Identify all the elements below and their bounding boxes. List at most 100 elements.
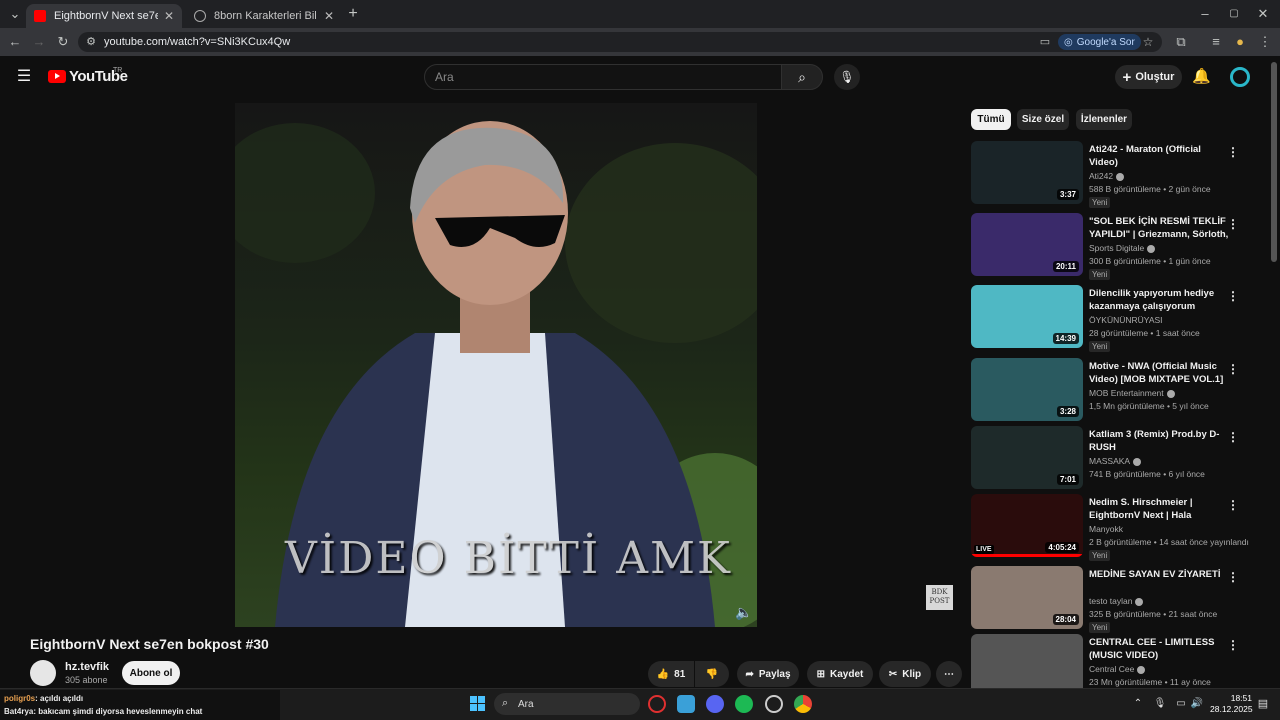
account-avatar[interactable] xyxy=(1230,67,1250,87)
reload-icon[interactable]: ↻ xyxy=(54,33,72,51)
video-thumbnail[interactable]: 3:37 xyxy=(971,141,1083,204)
notification-center-icon[interactable]: ▤ xyxy=(1254,695,1272,713)
profile-icon[interactable]: ● xyxy=(1231,33,1249,51)
cast-icon[interactable]: ▭ xyxy=(1036,33,1054,51)
extensions-icon[interactable]: ⧉ xyxy=(1172,33,1190,51)
channel-name[interactable]: ÖYKÜNÜNRÜYASI xyxy=(1089,315,1163,325)
save-button[interactable]: ⊞ Kaydet xyxy=(807,661,873,687)
recommendation-item[interactable]: 28:04 MEDİNE SAYAN EV ZİYARETİ testo tayla… xyxy=(971,566,1243,633)
close-tab-icon[interactable]: ✕ xyxy=(164,9,174,23)
system-clock[interactable]: 18:51 28.12.2025 xyxy=(1210,693,1253,715)
forward-icon[interactable]: → xyxy=(30,33,48,51)
chip-for-you[interactable]: Size özel xyxy=(1017,109,1069,130)
omnibox[interactable]: ⚙ youtube.com/watch?v=SNi3KCux4Qw ▭ ☆ xyxy=(78,32,1162,52)
notifications-bell-icon[interactable]: 🔔 xyxy=(1192,68,1211,86)
windows-start-icon[interactable] xyxy=(470,696,485,711)
more-options-icon[interactable]: ⋮ xyxy=(1227,217,1239,231)
recommendation-item[interactable]: 7:01 Katliam 3 (Remix) Prod.by D-RUSH MASS… xyxy=(971,426,1243,492)
tab-youtube[interactable]: EightbornV Next se7en bokpost ✕ xyxy=(26,4,182,28)
recommendation-item[interactable]: 20:11 "SOL BEK İÇİN RESMİ TEKLİF YAPILDI"… xyxy=(971,213,1243,280)
video-thumbnail[interactable]: 20:11 xyxy=(971,213,1083,276)
recommendation-title[interactable]: Nedim S. Hirschmeier | EightbornV Next |… xyxy=(1089,496,1229,523)
clip-button[interactable]: ✂ Klip xyxy=(879,661,931,687)
mic-tray-icon[interactable]: 🎙 xyxy=(1151,695,1169,713)
hamburger-menu-icon[interactable]: ☰ xyxy=(15,68,33,86)
more-options-icon[interactable]: ⋮ xyxy=(1227,430,1239,444)
channel-avatar[interactable] xyxy=(30,660,56,686)
recommendation-channel[interactable]: Manyokk xyxy=(1089,524,1123,534)
search-button[interactable]: ⌕ xyxy=(781,64,823,90)
recommendation-title[interactable]: CENTRAL CEE - LIMITLESS (MUSIC VIDEO) xyxy=(1089,636,1229,662)
subscribe-button[interactable]: Abone ol xyxy=(122,661,180,685)
channel-name[interactable]: Ati242 xyxy=(1089,171,1113,181)
recommendation-channel[interactable]: Central Cee xyxy=(1089,664,1146,674)
chip-all[interactable]: Tümü xyxy=(971,109,1011,130)
app-icon[interactable] xyxy=(677,695,695,713)
channel-name[interactable]: Manyokk xyxy=(1089,524,1123,534)
more-options-icon[interactable]: ⋮ xyxy=(1227,362,1239,376)
scrollbar[interactable] xyxy=(1271,62,1277,262)
recommendation-channel[interactable]: MASSAKA xyxy=(1089,456,1142,466)
voice-search-button[interactable]: 🎙 xyxy=(834,64,860,90)
recommendation-item[interactable]: 14:39 Dilencilik yapıyorum hediye kazanma… xyxy=(971,285,1243,352)
create-button[interactable]: + Oluştur xyxy=(1115,65,1182,89)
media-icon[interactable]: ≡ xyxy=(1207,33,1225,51)
video-thumbnail[interactable]: 3:28 xyxy=(971,358,1083,421)
recommendation-title[interactable]: "SOL BEK İÇİN RESMİ TEKLİF YAPILDI" | Gr… xyxy=(1089,215,1229,242)
speaker-icon[interactable]: 🔊 xyxy=(1188,695,1206,713)
volume-icon[interactable]: 🔈 xyxy=(735,603,753,621)
video-thumbnail[interactable]: 14:39 xyxy=(971,285,1083,348)
video-thumbnail[interactable]: 7:01 xyxy=(971,426,1083,489)
restore-icon[interactable]: ▢ xyxy=(1225,5,1243,23)
share-button[interactable]: ➦ Paylaş xyxy=(737,661,799,687)
recommendation-channel[interactable]: Sports Digitale xyxy=(1089,243,1156,253)
obs-icon[interactable] xyxy=(765,695,783,713)
recommendation-item[interactable]: 3:28 Motive - NWA (Official Music Video) … xyxy=(971,358,1243,424)
recommendation-channel[interactable]: Ati242 xyxy=(1089,171,1125,181)
recommendation-item[interactable]: 4:05:24 LIVE Nedim S. Hirschmeier | Eightb… xyxy=(971,494,1249,561)
search-input[interactable]: Ara xyxy=(424,64,782,90)
dislike-button[interactable]: 👎 xyxy=(695,661,729,687)
channel-name[interactable]: Sports Digitale xyxy=(1089,243,1144,253)
bookmark-star-icon[interactable]: ☆ xyxy=(1139,33,1157,51)
like-button[interactable]: 👍 81 xyxy=(648,661,694,687)
tab-bozartla[interactable]: 8born Karakterleri Bil - Bozartla ✕ xyxy=(186,4,342,28)
recommendation-channel[interactable]: MOB Entertainment xyxy=(1089,388,1175,398)
recommendation-title[interactable]: Dilencilik yapıyorum hediye kazanmaya ça… xyxy=(1089,287,1229,313)
spotify-icon[interactable] xyxy=(735,695,753,713)
channel-name[interactable]: MASSAKA xyxy=(1089,456,1130,466)
more-options-icon[interactable]: ⋮ xyxy=(1227,638,1239,652)
minimize-icon[interactable]: – xyxy=(1196,5,1214,23)
channel-name[interactable]: hz.tevfik xyxy=(65,661,109,673)
video-player[interactable]: VİDEO BİTTİ AMK 🔈 xyxy=(235,103,757,627)
more-options-icon[interactable]: ⋮ xyxy=(1227,145,1239,159)
opera-icon[interactable] xyxy=(648,695,666,713)
recommendation-title[interactable]: MEDİNE SAYAN EV ZİYARETİ xyxy=(1089,568,1229,581)
more-actions-button[interactable]: ⋯ xyxy=(936,661,962,687)
chip-watched[interactable]: İzlenenler xyxy=(1076,109,1132,130)
more-options-icon[interactable]: ⋮ xyxy=(1227,570,1239,584)
more-options-icon[interactable]: ⋮ xyxy=(1227,498,1239,512)
menu-icon[interactable]: ⋮ xyxy=(1256,33,1274,51)
tray-chevron-icon[interactable]: ⌃ xyxy=(1129,695,1147,713)
back-icon[interactable]: ← xyxy=(6,33,24,51)
channel-name[interactable]: testo taylan xyxy=(1089,596,1132,606)
recommendation-channel[interactable]: testo taylan xyxy=(1089,596,1144,606)
taskbar-search[interactable]: ⌕ Ara xyxy=(494,693,640,715)
discord-icon[interactable] xyxy=(706,695,724,713)
new-tab-icon[interactable]: + xyxy=(344,5,362,23)
video-thumbnail[interactable]: 28:04 xyxy=(971,566,1083,629)
chrome-icon[interactable] xyxy=(794,695,812,713)
channel-name[interactable]: MOB Entertainment xyxy=(1089,388,1164,398)
video-thumbnail[interactable]: 4:05:24 LIVE xyxy=(971,494,1083,557)
recommendation-title[interactable]: Ati242 - Maraton (Official Video) xyxy=(1089,143,1229,169)
channel-name[interactable]: Central Cee xyxy=(1089,664,1134,674)
tab-search-icon[interactable]: ⌄ xyxy=(6,5,24,23)
close-tab-icon[interactable]: ✕ xyxy=(324,9,334,23)
recommendation-channel[interactable]: ÖYKÜNÜNRÜYASI xyxy=(1089,315,1163,325)
site-info-icon[interactable]: ⚙ xyxy=(82,33,100,51)
more-options-icon[interactable]: ⋮ xyxy=(1227,289,1239,303)
youtube-logo-icon[interactable] xyxy=(48,70,66,83)
google-sor-button[interactable]: ◎ Google'a Sor xyxy=(1058,34,1141,50)
close-window-icon[interactable]: ✕ xyxy=(1254,5,1272,23)
